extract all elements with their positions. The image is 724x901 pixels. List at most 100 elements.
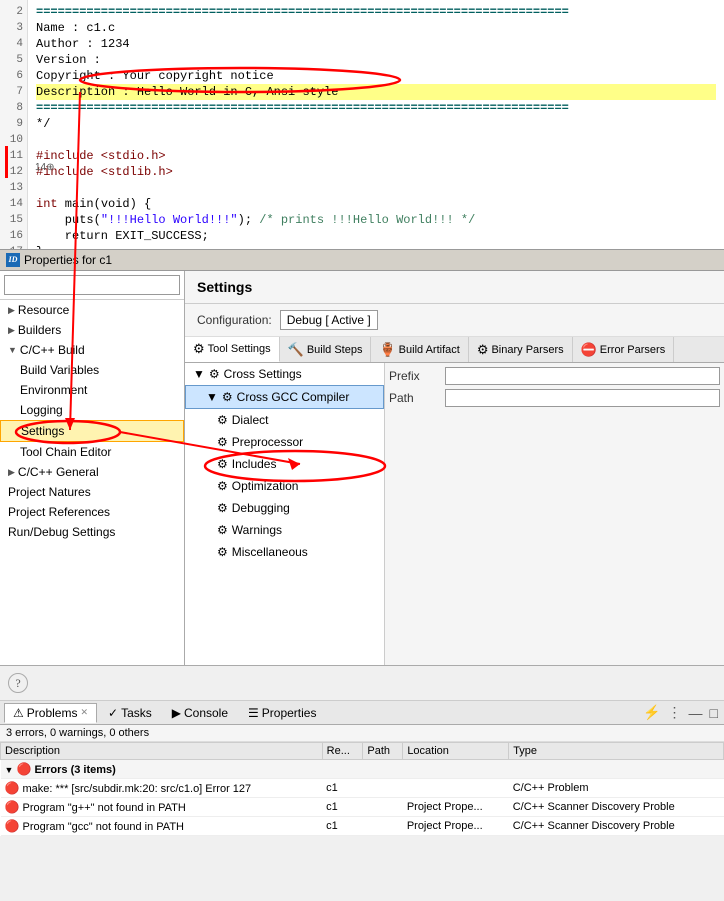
errors-expand-icon: ▼ (5, 765, 14, 775)
settings-content: ▼ ⚙ Cross Settings ▼ ⚙ Cross GCC Compile… (185, 363, 724, 665)
path-label: Path (389, 391, 439, 405)
btab-console[interactable]: ▶ Console (163, 703, 237, 723)
props-search-area (0, 271, 184, 300)
col-path: Path (363, 743, 403, 760)
row-type-0: C/C++ Problem (509, 779, 724, 798)
code-text: ========================================… (28, 0, 724, 249)
config-value: Debug [ Active ] (280, 310, 378, 330)
bottom-panel: ⚠ Problems ✕ ✓ Tasks ▶ Console ☰ Propert… (0, 701, 724, 901)
prefix-input[interactable] (445, 367, 720, 385)
tree-item-environment[interactable]: Environment (0, 380, 184, 400)
optimization-icon: ⚙ (217, 476, 228, 496)
code-editor[interactable]: 2345 6789 10111213 14151617 18 =========… (0, 0, 724, 250)
properties-tree-panel: ▶ Resource ▶ Builders ▼ C/C++ Build Buil… (0, 271, 185, 665)
path-input[interactable] (445, 389, 720, 407)
stree-preprocessor[interactable]: ⚙ Preprocessor (185, 431, 384, 453)
console-tab-label: Console (184, 706, 228, 720)
cross-settings-icon: ⚙ (209, 364, 220, 384)
stree-includes[interactable]: ⚙ Includes (185, 453, 384, 475)
tree-item-run-debug[interactable]: Run/Debug Settings (0, 522, 184, 542)
problems-tab-close[interactable]: ✕ (80, 707, 88, 718)
btab-tasks[interactable]: ✓ Tasks (99, 703, 161, 723)
row-type-1: C/C++ Scanner Discovery Proble (509, 798, 724, 817)
row-desc-2: 🔴 Program "gcc" not found in PATH (1, 817, 323, 836)
settings-title: Settings (185, 271, 724, 304)
stree-cross-gcc[interactable]: ▼ ⚙ Cross GCC Compiler (185, 385, 384, 409)
col-type: Type (509, 743, 724, 760)
problems-scroll[interactable]: Description Re... Path Location Type ▼ 🔴… (0, 742, 724, 901)
row-path-2 (363, 817, 403, 836)
properties-title: Properties for c1 (24, 253, 112, 267)
errors-section-icon: 🔴 (16, 762, 31, 776)
settings-panel: Settings Configuration: Debug [ Active ]… (185, 271, 724, 665)
stree-optimization[interactable]: ⚙ Optimization (185, 475, 384, 497)
properties-tab-icon: ☰ (248, 706, 259, 720)
tab-build-steps[interactable]: 🔨 Build Steps (280, 337, 372, 362)
problems-tab-icon: ⚠ (13, 706, 24, 720)
stree-miscellaneous[interactable]: ⚙ Miscellaneous (185, 541, 384, 563)
col-resource: Re... (322, 743, 363, 760)
maximize-button[interactable]: □ (708, 705, 720, 721)
row-location-2: Project Prope... (403, 817, 509, 836)
props-tree: ▶ Resource ▶ Builders ▼ C/C++ Build Buil… (0, 300, 184, 665)
tree-item-settings[interactable]: Settings (0, 420, 184, 442)
stree-debugging[interactable]: ⚙ Debugging (185, 497, 384, 519)
options-button[interactable]: ⋮ (666, 704, 684, 721)
settings-tabs: ⚙ Tool Settings 🔨 Build Steps 🏺 Build Ar… (185, 337, 724, 363)
minimize-button[interactable]: — (687, 705, 705, 721)
table-row[interactable]: 🔴 make: *** [src/subdir.mk:20: src/c1.o]… (1, 779, 724, 798)
problems-summary: 3 errors, 0 warnings, 0 others (0, 725, 724, 742)
errors-section-row[interactable]: ▼ 🔴 Errors (3 items) (1, 760, 724, 779)
config-label: Configuration: (197, 313, 272, 327)
properties-tab-label: Properties (262, 706, 317, 720)
help-bar: ? (0, 666, 724, 701)
stree-warnings[interactable]: ⚙ Warnings (185, 519, 384, 541)
tab-binary-parsers[interactable]: ⚙ Binary Parsers (469, 337, 573, 362)
tree-item-logging[interactable]: Logging (0, 400, 184, 420)
row-path-0 (363, 779, 403, 798)
props-search-input[interactable] (4, 275, 180, 295)
prefix-label: Prefix (389, 369, 439, 383)
tool-settings-icon: ⚙ (193, 341, 205, 357)
tree-item-project-natures[interactable]: Project Natures (0, 482, 184, 502)
error-parsers-icon: ⛔ (581, 342, 597, 358)
tab-error-parsers[interactable]: ⛔ Error Parsers (573, 337, 675, 362)
tab-build-artifact[interactable]: 🏺 Build Artifact (371, 337, 468, 362)
row-location-1: Project Prope... (403, 798, 509, 817)
btab-problems[interactable]: ⚠ Problems ✕ (4, 703, 97, 723)
tree-item-resource[interactable]: ▶ Resource (0, 300, 184, 320)
console-tab-icon: ▶ (172, 706, 181, 720)
tasks-tab-label: Tasks (121, 706, 152, 720)
stree-cross-settings[interactable]: ▼ ⚙ Cross Settings (185, 363, 384, 385)
row-resource-0: c1 (322, 779, 363, 798)
tree-item-builders[interactable]: ▶ Builders (0, 320, 184, 340)
tree-item-build-vars[interactable]: Build Variables (0, 360, 184, 380)
table-row[interactable]: 🔴 Program "gcc" not found in PATH c1 Pro… (1, 817, 724, 836)
binary-parsers-icon: ⚙ (477, 342, 489, 358)
error-indicator-11 (5, 146, 15, 162)
table-row[interactable]: 🔴 Program "g++" not found in PATH c1 Pro… (1, 798, 724, 817)
row-desc-0: 🔴 make: *** [src/subdir.mk:20: src/c1.o]… (1, 779, 323, 798)
col-location: Location (403, 743, 509, 760)
errors-section-label: Errors (3 items) (35, 764, 116, 776)
tree-item-ccppbuild[interactable]: ▼ C/C++ Build (0, 340, 184, 360)
tab-tool-settings[interactable]: ⚙ Tool Settings (185, 337, 280, 362)
bottom-tab-actions: ⚡ ⋮ — □ (641, 704, 720, 721)
properties-header: ID Properties for c1 (0, 250, 724, 271)
preprocessor-icon: ⚙ (217, 432, 228, 452)
build-steps-icon: 🔨 (288, 342, 304, 358)
error-indicator-12 (5, 162, 15, 178)
prefix-field-row: Prefix (389, 367, 720, 385)
tree-item-project-references[interactable]: Project References (0, 502, 184, 522)
filter-button[interactable]: ⚡ (641, 704, 662, 721)
config-row: Configuration: Debug [ Active ] (185, 304, 724, 337)
btab-properties[interactable]: ☰ Properties (239, 703, 325, 723)
tree-item-ccpp-general[interactable]: ▶ C/C++ General (0, 462, 184, 482)
bottom-tabs: ⚠ Problems ✕ ✓ Tasks ▶ Console ☰ Propert… (0, 701, 724, 725)
stree-dialect[interactable]: ⚙ Dialect (185, 409, 384, 431)
help-button[interactable]: ? (8, 673, 28, 693)
row-location-0 (403, 779, 509, 798)
problems-table: Description Re... Path Location Type ▼ 🔴… (0, 742, 724, 836)
tree-item-toolchain-editor[interactable]: Tool Chain Editor (0, 442, 184, 462)
row-resource-1: c1 (322, 798, 363, 817)
